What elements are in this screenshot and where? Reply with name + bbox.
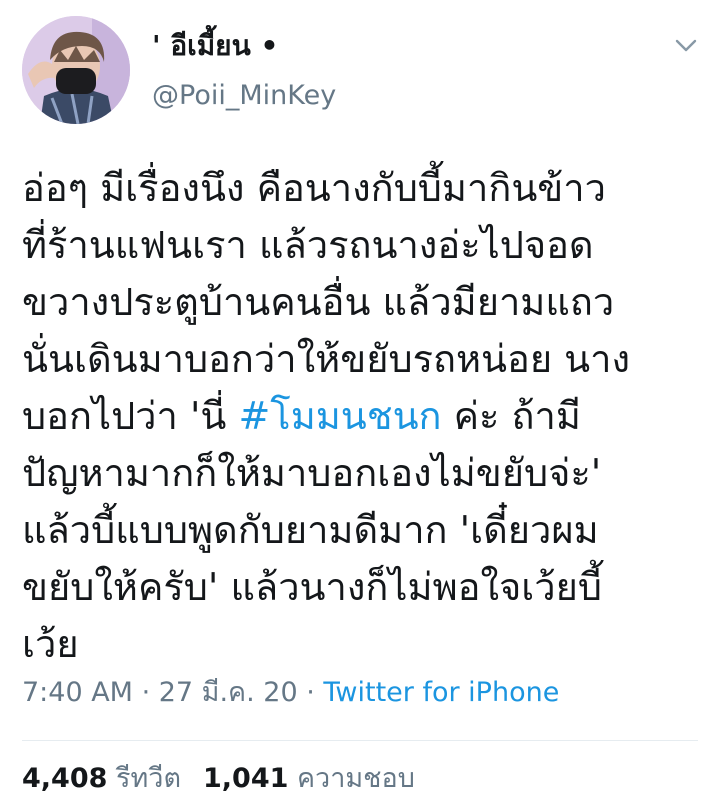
tweet-line: นั่นเดินมาบอกว่าให้ขยับรถหน่อย นาง bbox=[22, 337, 631, 381]
avatar-photo bbox=[22, 16, 130, 124]
tweet-line: ขวางประตูบ้านคนอื่น แล้วมียามแถว bbox=[22, 280, 615, 324]
retweets-label: รีทวีต bbox=[116, 763, 181, 794]
author-handle[interactable]: @Poii_MinKey bbox=[152, 82, 336, 109]
divider bbox=[22, 740, 698, 741]
tweet-line: แล้วบี้แบบพูดกับยามดีมาก 'เดี๋ยวผม bbox=[22, 508, 599, 552]
author-display-name[interactable]: ' อีเมี้ยน • bbox=[152, 32, 278, 60]
tweet-date[interactable]: 27 มี.ค. 20 bbox=[159, 677, 298, 708]
meta-separator: · bbox=[132, 677, 159, 708]
likes-label: ความชอบ bbox=[297, 763, 415, 794]
hashtag-link[interactable]: #โมมนชนก bbox=[238, 394, 441, 438]
tweet-line: ที่ร้านแฟนเรา แล้วรถนางอ่ะไปจอด bbox=[22, 223, 594, 267]
tweet-source-link[interactable]: Twitter for iPhone bbox=[323, 677, 559, 708]
tweet-time[interactable]: 7:40 AM bbox=[22, 677, 133, 708]
tweet-line: บอกไปว่า 'นี่ #โมมนชนก ค่ะ ถ้ามี bbox=[22, 388, 702, 445]
avatar[interactable] bbox=[22, 16, 130, 124]
tweet-text-segment: บอกไปว่า 'นี่ bbox=[22, 394, 239, 438]
meta-separator: · bbox=[297, 677, 324, 708]
tweet-line: ขยับให้ครับ' แล้วนางก็ไม่พอใจเว้ยบี้ bbox=[22, 565, 603, 609]
tweet-line: ปัญหามากก็ให้มาบอกเองไม่ขยับจ่ะ' bbox=[22, 451, 602, 495]
retweets-count: 4,408 bbox=[22, 763, 108, 794]
tweet-metadata: 7:40 AM · 27 มี.ค. 20 · Twitter for iPho… bbox=[22, 676, 559, 710]
tweet-line: เว้ย bbox=[22, 622, 79, 666]
tweet-line: อ่อๆ มีเรื่องนึง คือนางกับบี้มากินข้าว bbox=[22, 166, 606, 210]
tweet-text: อ่อๆ มีเรื่องนึง คือนางกับบี้มากินข้าว ท… bbox=[22, 160, 702, 673]
likes-stat[interactable]: 1,041 ความชอบ bbox=[203, 763, 415, 794]
tweet-stats: 4,408 รีทวีต 1,041 ความชอบ bbox=[22, 762, 415, 796]
likes-count: 1,041 bbox=[203, 763, 289, 794]
chevron-down-icon[interactable] bbox=[672, 32, 700, 58]
tweet-text-segment: ค่ะ ถ้ามี bbox=[441, 394, 581, 438]
retweets-stat[interactable]: 4,408 รีทวีต bbox=[22, 763, 181, 794]
